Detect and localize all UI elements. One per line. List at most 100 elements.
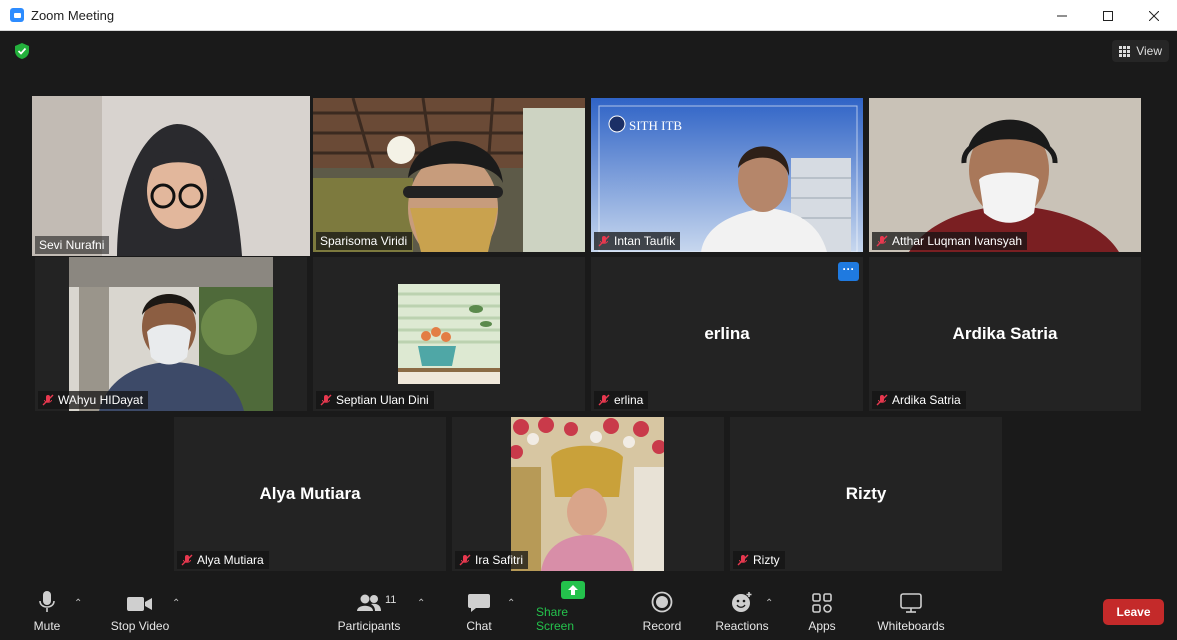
- participant-display-name: Rizty: [845, 484, 887, 503]
- mic-muted-icon: [876, 235, 888, 247]
- minimize-button[interactable]: [1039, 0, 1085, 31]
- video-options-caret[interactable]: ⌃: [172, 598, 180, 609]
- mic-muted-icon: [320, 394, 332, 406]
- participant-video: [869, 98, 1141, 252]
- chat-options-caret[interactable]: ⌃: [507, 598, 515, 609]
- participant-name-tag: Ardika Satria: [872, 391, 966, 409]
- participant-video: [69, 257, 273, 411]
- plant-illustration-avatar: [398, 284, 500, 384]
- record-icon: [651, 591, 673, 613]
- video-camera-icon: [127, 597, 152, 611]
- chat-label: Chat: [466, 619, 492, 633]
- participant-name: Ira Safitri: [475, 553, 524, 567]
- participant-name-tag: Alya Mutiara: [177, 551, 269, 569]
- video-tile-septian-ulan-dini[interactable]: Septian Ulan Dini: [313, 257, 585, 411]
- participant-name-tag: Intan Taufik: [594, 232, 681, 250]
- participant-name: Rizty: [753, 553, 780, 567]
- participant-name-tag: erlina: [594, 391, 649, 409]
- share-screen-button[interactable]: Share Screen: [536, 578, 609, 640]
- maximize-button[interactable]: [1085, 0, 1131, 31]
- more-options-button[interactable]: ···: [838, 262, 859, 281]
- participant-name-tag: WAhyu HIDayat: [38, 391, 148, 409]
- participants-label: Participants: [337, 619, 401, 633]
- participant-name: Alya Mutiara: [197, 553, 264, 567]
- background-logo-text: SITH ITB: [629, 118, 683, 133]
- reactions-button[interactable]: Reactions: [714, 578, 770, 640]
- view-button[interactable]: View: [1112, 40, 1169, 62]
- zoom-camera-icon: [10, 8, 24, 22]
- participant-name-tag: Atthar Luqman Ivansyah: [872, 232, 1028, 250]
- audio-options-caret[interactable]: ⌃: [74, 598, 82, 609]
- participants-options-caret[interactable]: ⌃: [417, 598, 425, 609]
- reactions-options-caret[interactable]: ⌃: [765, 598, 773, 609]
- participants-button[interactable]: Participants: [334, 578, 404, 640]
- video-tile-sevi-nurafni[interactable]: Sevi Nurafni: [32, 96, 310, 256]
- title-bar: Zoom Meeting: [0, 0, 1177, 31]
- stop-video-label: Stop Video: [110, 619, 170, 633]
- participant-name-tag: Sevi Nurafni: [35, 236, 110, 254]
- participant-video: [313, 98, 585, 252]
- mute-label: Mute: [33, 619, 61, 633]
- participant-name: Ardika Satria: [892, 393, 961, 407]
- mic-muted-icon: [42, 394, 54, 406]
- participant-display-name: Alya Mutiara: [259, 484, 361, 503]
- participant-display-name: Ardika Satria: [952, 324, 1058, 343]
- whiteboard-icon: [900, 593, 922, 613]
- participant-name-tag: Rizty: [733, 551, 785, 569]
- participant-name-tag: Septian Ulan Dini: [316, 391, 434, 409]
- close-button[interactable]: [1131, 0, 1177, 31]
- video-tile-alya-mutiara[interactable]: Alya Mutiara Alya Mutiara: [174, 417, 446, 571]
- whiteboards-button[interactable]: Whiteboards: [874, 578, 948, 640]
- video-tile-wahyu-hidayat[interactable]: WAhyu HIDayat: [35, 257, 307, 411]
- video-tile-intan-taufik[interactable]: SITH ITB Intan Taufik: [591, 98, 863, 252]
- reactions-label: Reactions: [715, 619, 769, 633]
- participant-name: WAhyu HIDayat: [58, 393, 143, 407]
- participant-name: Sevi Nurafni: [39, 238, 105, 252]
- video-tile-ardika-satria[interactable]: Ardika Satria Ardika Satria: [869, 257, 1141, 411]
- mute-button[interactable]: Mute: [26, 578, 68, 640]
- record-button[interactable]: Record: [641, 578, 683, 640]
- chat-button[interactable]: Chat: [462, 578, 496, 640]
- participant-name-tag: Ira Safitri: [455, 551, 529, 569]
- video-tile-atthar-luqman-ivansyah[interactable]: Atthar Luqman Ivansyah: [869, 98, 1141, 252]
- mic-muted-icon: [737, 554, 749, 566]
- meeting-stage: View Sevi Nurafni Sparisoma Viridi SITH …: [0, 31, 1177, 578]
- meeting-toolbar: Mute ⌃ Stop Video ⌃ Participants 11 ⌃ Ch…: [0, 578, 1177, 640]
- participant-name-tag: Sparisoma Viridi: [316, 232, 413, 250]
- video-tile-rizty[interactable]: Rizty Rizty: [730, 417, 1002, 571]
- apps-label: Apps: [808, 619, 836, 633]
- mic-muted-icon: [876, 394, 888, 406]
- emoji-reaction-icon: [732, 592, 752, 612]
- chat-bubble-icon: [468, 594, 490, 612]
- mic-muted-icon: [598, 235, 610, 247]
- shield-check-icon[interactable]: [12, 41, 32, 61]
- mic-muted-icon: [598, 394, 610, 406]
- participant-name: Intan Taufik: [614, 234, 676, 248]
- grid-icon: [1119, 45, 1131, 57]
- mic-muted-icon: [181, 554, 193, 566]
- participant-video: [32, 96, 310, 256]
- view-label: View: [1136, 44, 1162, 58]
- participants-icon: [357, 594, 381, 611]
- share-screen-label: Share Screen: [536, 605, 575, 633]
- microphone-icon: [39, 591, 55, 612]
- participant-display-name: erlina: [704, 324, 750, 343]
- whiteboards-label: Whiteboards: [877, 619, 945, 633]
- participant-name: erlina: [614, 393, 644, 407]
- participant-name: Septian Ulan Dini: [336, 393, 429, 407]
- stop-video-button[interactable]: Stop Video: [106, 578, 174, 640]
- participant-name: Sparisoma Viridi: [320, 234, 408, 248]
- leave-meeting-button[interactable]: Leave: [1103, 599, 1164, 625]
- mic-muted-icon: [459, 554, 471, 566]
- video-tile-ira-safitri[interactable]: Ira Safitri: [452, 417, 724, 571]
- participant-name: Atthar Luqman Ivansyah: [892, 234, 1023, 248]
- video-tile-erlina[interactable]: ··· erlina erlina: [591, 257, 863, 411]
- apps-icon: [812, 593, 832, 613]
- participant-video: [511, 417, 664, 571]
- window-title: Zoom Meeting: [31, 7, 115, 23]
- video-tile-sparisoma-viridi[interactable]: Sparisoma Viridi: [313, 98, 585, 252]
- apps-button[interactable]: Apps: [805, 578, 839, 640]
- participants-count: 11: [385, 594, 397, 606]
- share-screen-icon: [560, 581, 585, 599]
- record-label: Record: [642, 619, 682, 633]
